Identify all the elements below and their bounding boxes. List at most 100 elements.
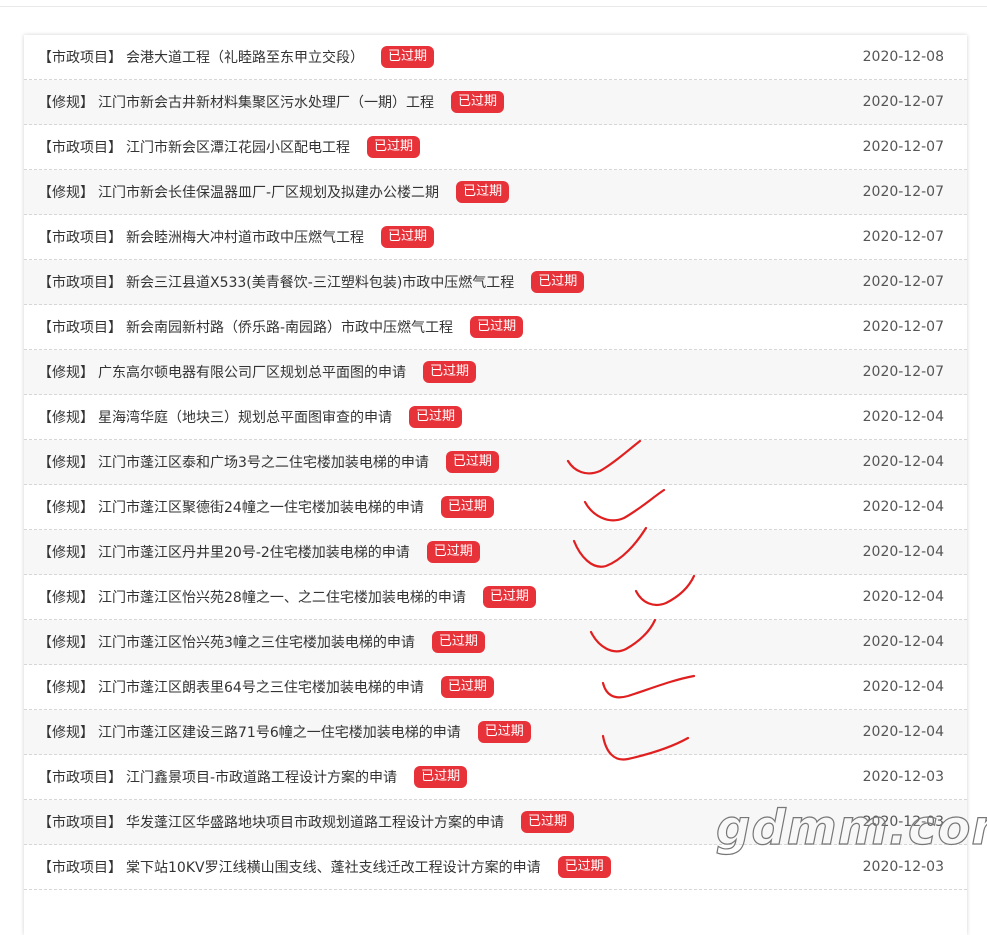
list-item[interactable]: 【市政项目】 会港大道工程（礼睦路至东甲立交段） 已过期 2020-12-08	[24, 35, 967, 80]
item-date: 2020-12-04	[862, 454, 944, 470]
item-title: 新会三江县道X533(美青餐饮-三江塑料包装)市政中压燃气工程	[126, 275, 515, 291]
item-title-link[interactable]: 【市政项目】 新会睦洲梅大冲村道市政中压燃气工程 已过期	[38, 226, 863, 248]
expired-badge: 已过期	[440, 496, 494, 518]
item-title-link[interactable]: 【市政项目】 新会三江县道X533(美青餐饮-三江塑料包装)市政中压燃气工程 已过期	[38, 271, 863, 293]
list-item[interactable]: 【修规】 江门市蓬江区泰和广场3号之二住宅楼加装电梯的申请 已过期 2020-12-0…	[24, 440, 967, 485]
item-category: 【市政项目】	[38, 50, 122, 66]
list-item[interactable]: 【修规】 江门市蓬江区聚德街24幢之一住宅楼加装电梯的申请 已过期 2020-12-0…	[24, 485, 967, 530]
item-title-link[interactable]: 【市政项目】 会港大道工程（礼睦路至东甲立交段） 已过期	[38, 46, 863, 68]
item-title: 江门鑫景项目-市政道路工程设计方案的申请	[126, 770, 398, 786]
item-date: 2020-12-04	[862, 544, 944, 560]
item-date: 2020-12-04	[862, 499, 944, 515]
item-date: 2020-12-04	[862, 679, 944, 695]
item-title-link[interactable]: 【修规】 江门市蓬江区怡兴苑3幢之三住宅楼加装电梯的申请 已过期	[38, 631, 863, 653]
item-date: 2020-12-04	[862, 634, 944, 650]
item-date: 2020-12-07	[862, 364, 944, 380]
item-title-link[interactable]: 【修规】 江门市蓬江区怡兴苑28幢之一、之二住宅楼加装电梯的申请 已过期	[38, 586, 863, 608]
item-date: 2020-12-07	[862, 184, 944, 200]
expired-badge: 已过期	[445, 451, 499, 473]
list-item[interactable]: 【修规】 江门市蓬江区丹井里20号-2住宅楼加装电梯的申请 已过期 2020-12-0…	[24, 530, 967, 575]
list-item[interactable]: 【修规】 江门市新会长佳保温器皿厂-厂区规划及拟建办公楼二期 已过期 2020-12-…	[24, 170, 967, 215]
expired-badge: 已过期	[470, 316, 524, 338]
item-title: 江门市蓬江区聚德街24幢之一住宅楼加装电梯的申请	[98, 500, 424, 516]
item-date: 2020-12-03	[862, 859, 944, 875]
notice-list: 【市政项目】 会港大道工程（礼睦路至东甲立交段） 已过期 2020-12-08 【修规】…	[24, 35, 967, 890]
item-title: 江门市蓬江区丹井里20号-2住宅楼加装电梯的申请	[98, 545, 410, 561]
item-category: 【修规】	[38, 410, 94, 426]
list-item[interactable]: 【市政项目】 新会南园新村路（侨乐路-南园路）市政中压燃气工程 已过期 2020-12…	[24, 305, 967, 350]
list-item[interactable]: 【市政项目】 江门市新会区潭江花园小区配电工程 已过期 2020-12-07	[24, 125, 967, 170]
item-title: 江门市新会长佳保温器皿厂-厂区规划及拟建办公楼二期	[98, 185, 440, 201]
item-title-link[interactable]: 【修规】 江门市蓬江区聚德街24幢之一住宅楼加装电梯的申请 已过期	[38, 496, 863, 518]
expired-badge: 已过期	[381, 226, 435, 248]
item-title: 新会南园新村路（侨乐路-南园路）市政中压燃气工程	[126, 320, 454, 336]
list-item[interactable]: 【修规】 江门市蓬江区怡兴苑3幢之三住宅楼加装电梯的申请 已过期 2020-12-04	[24, 620, 967, 665]
item-title: 江门市新会区潭江花园小区配电工程	[126, 140, 350, 156]
item-category: 【修规】	[38, 365, 94, 381]
list-item[interactable]: 【修规】 星海湾华庭（地块三）规划总平面图审查的申请 已过期 2020-12-04	[24, 395, 967, 440]
item-date: 2020-12-07	[862, 139, 944, 155]
site-watermark: gdmm.com	[715, 799, 987, 856]
item-date: 2020-12-07	[862, 229, 944, 245]
list-item[interactable]: 【修规】 江门市蓬江区怡兴苑28幢之一、之二住宅楼加装电梯的申请 已过期 2020-1…	[24, 575, 967, 620]
list-item[interactable]: 【修规】 江门市蓬江区建设三路71号6幢之一住宅楼加装电梯的申请 已过期 2020-1…	[24, 710, 967, 755]
item-category: 【修规】	[38, 635, 94, 651]
list-item[interactable]: 【修规】 江门市蓬江区朗表里64号之三住宅楼加装电梯的申请 已过期 2020-12-0…	[24, 665, 967, 710]
item-title-link[interactable]: 【修规】 江门市蓬江区丹井里20号-2住宅楼加装电梯的申请 已过期	[38, 541, 863, 563]
item-category: 【修规】	[38, 680, 94, 696]
item-date: 2020-12-04	[862, 589, 944, 605]
item-title-link[interactable]: 【修规】 江门市新会长佳保温器皿厂-厂区规划及拟建办公楼二期 已过期	[38, 181, 863, 203]
item-title-link[interactable]: 【市政项目】 江门市新会区潭江花园小区配电工程 已过期	[38, 136, 863, 158]
item-title-link[interactable]: 【市政项目】 新会南园新村路（侨乐路-南园路）市政中压燃气工程 已过期	[38, 316, 863, 338]
item-category: 【修规】	[38, 95, 94, 111]
item-category: 【修规】	[38, 455, 94, 471]
expired-badge: 已过期	[367, 136, 421, 158]
item-title-link[interactable]: 【修规】 江门市蓬江区朗表里64号之三住宅楼加装电梯的申请 已过期	[38, 676, 863, 698]
item-title-link[interactable]: 【修规】 江门市新会古井新材料集聚区污水处理厂（一期）工程 已过期	[38, 91, 863, 113]
list-item[interactable]: 【修规】 江门市新会古井新材料集聚区污水处理厂（一期）工程 已过期 2020-12-0…	[24, 80, 967, 125]
item-title: 江门市蓬江区怡兴苑28幢之一、之二住宅楼加装电梯的申请	[98, 590, 466, 606]
item-category: 【市政项目】	[38, 275, 122, 291]
item-title-link[interactable]: 【市政项目】 江门鑫景项目-市政道路工程设计方案的申请 已过期	[38, 766, 863, 788]
item-title: 星海湾华庭（地块三）规划总平面图审查的申请	[98, 410, 392, 426]
expired-badge: 已过期	[482, 586, 536, 608]
item-title-link[interactable]: 【修规】 星海湾华庭（地块三）规划总平面图审查的申请 已过期	[38, 406, 863, 428]
expired-badge: 已过期	[426, 541, 480, 563]
expired-badge: 已过期	[477, 721, 531, 743]
item-category: 【市政项目】	[38, 230, 122, 246]
item-category: 【修规】	[38, 545, 94, 561]
item-title: 江门市蓬江区朗表里64号之三住宅楼加装电梯的申请	[98, 680, 424, 696]
item-title-link[interactable]: 【市政项目】 棠下站10KV罗江线横山围支线、蓬社支线迁改工程设计方案的申请 已过期	[38, 856, 863, 878]
item-date: 2020-12-07	[862, 319, 944, 335]
item-title: 棠下站10KV罗江线横山围支线、蓬社支线迁改工程设计方案的申请	[126, 860, 541, 876]
expired-badge: 已过期	[440, 676, 494, 698]
item-title-link[interactable]: 【修规】 江门市蓬江区建设三路71号6幢之一住宅楼加装电梯的申请 已过期	[38, 721, 863, 743]
item-category: 【修规】	[38, 590, 94, 606]
expired-badge: 已过期	[521, 811, 575, 833]
item-date: 2020-12-08	[862, 49, 944, 65]
expired-badge: 已过期	[381, 46, 435, 68]
expired-badge: 已过期	[431, 631, 485, 653]
item-title-link[interactable]: 【修规】 广东高尔顿电器有限公司厂区规划总平面图的申请 已过期	[38, 361, 863, 383]
expired-badge: 已过期	[423, 361, 477, 383]
item-date: 2020-12-04	[862, 724, 944, 740]
item-title: 江门市蓬江区泰和广场3号之二住宅楼加装电梯的申请	[98, 455, 429, 471]
item-title-link[interactable]: 【修规】 江门市蓬江区泰和广场3号之二住宅楼加装电梯的申请 已过期	[38, 451, 863, 473]
expired-badge: 已过期	[557, 856, 611, 878]
item-category: 【市政项目】	[38, 815, 122, 831]
item-title: 新会睦洲梅大冲村道市政中压燃气工程	[126, 230, 364, 246]
item-date: 2020-12-04	[862, 409, 944, 425]
item-title: 江门市蓬江区怡兴苑3幢之三住宅楼加装电梯的申请	[98, 635, 415, 651]
list-item[interactable]: 【修规】 广东高尔顿电器有限公司厂区规划总平面图的申请 已过期 2020-12-07	[24, 350, 967, 395]
item-category: 【市政项目】	[38, 860, 122, 876]
item-category: 【市政项目】	[38, 140, 122, 156]
expired-badge: 已过期	[414, 766, 468, 788]
list-item[interactable]: 【市政项目】 江门鑫景项目-市政道路工程设计方案的申请 已过期 2020-12-03	[24, 755, 967, 800]
list-item[interactable]: 【市政项目】 新会睦洲梅大冲村道市政中压燃气工程 已过期 2020-12-07	[24, 215, 967, 260]
list-item[interactable]: 【市政项目】 新会三江县道X533(美青餐饮-三江塑料包装)市政中压燃气工程 已过期…	[24, 260, 967, 305]
item-category: 【修规】	[38, 185, 94, 201]
item-category: 【市政项目】	[38, 770, 122, 786]
item-title: 华发蓬江区华盛路地块项目市政规划道路工程设计方案的申请	[126, 815, 504, 831]
item-title: 江门市蓬江区建设三路71号6幢之一住宅楼加装电梯的申请	[98, 725, 461, 741]
expired-badge: 已过期	[451, 91, 505, 113]
